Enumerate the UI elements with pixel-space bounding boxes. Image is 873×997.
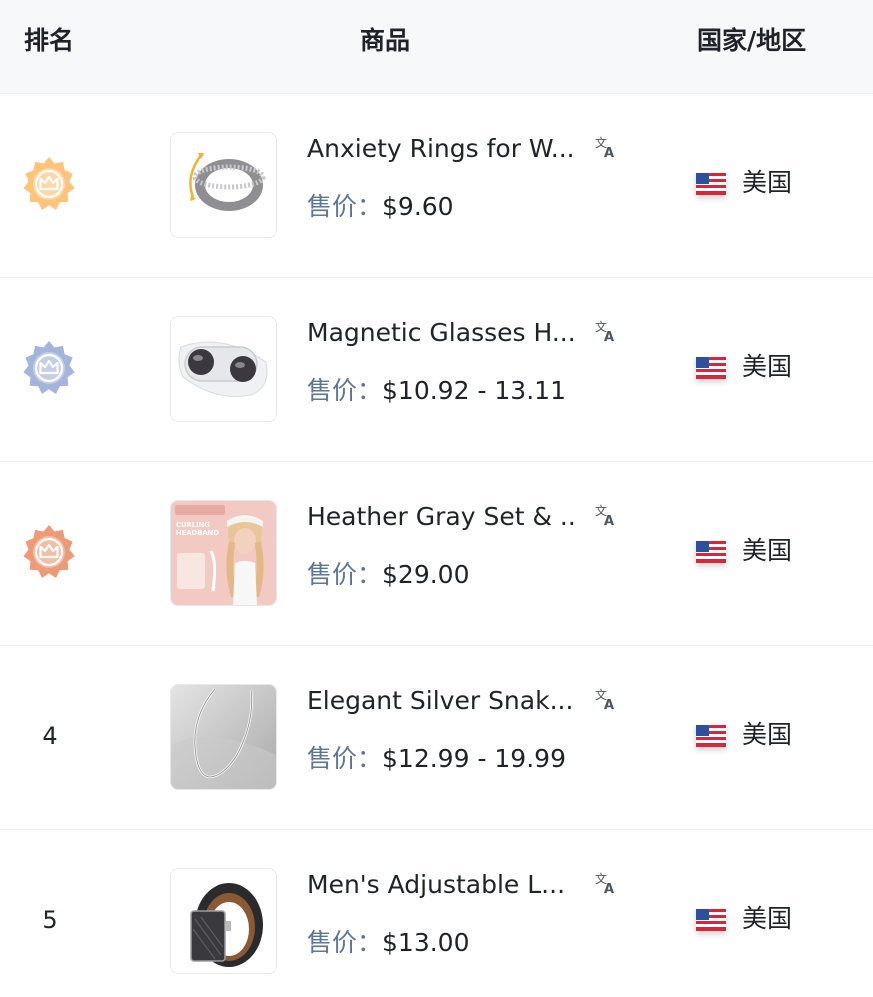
product-title[interactable]: Magnetic Glasses H...: [307, 316, 577, 352]
svg-text:A: A: [604, 882, 614, 896]
product-title[interactable]: Anxiety Rings for W...: [307, 132, 577, 168]
product-image[interactable]: [170, 684, 277, 790]
price-value: $29.00: [382, 560, 470, 589]
price-line: 售价：$9.60: [307, 190, 454, 226]
image-caption-line-2: HEADBAND: [176, 529, 219, 537]
table-row[interactable]: Magnetic Glasses H... 文 A 售价：$10.92 - 13…: [0, 278, 873, 462]
translate-icon[interactable]: 文 A: [594, 318, 620, 344]
leather-belt-image: [171, 869, 276, 973]
country-name: 美国: [742, 904, 793, 933]
product-image[interactable]: CURLING HEADBAND: [170, 500, 277, 606]
price-label: 售价：: [307, 376, 383, 405]
price-label: 售价：: [307, 192, 383, 221]
svg-text:A: A: [604, 698, 614, 712]
bronze-crown-badge-icon: [23, 525, 75, 578]
table-header: 排名 商品 国家/地区: [0, 0, 873, 94]
price-line: 售价：$29.00: [307, 558, 470, 594]
country-name: 美国: [742, 168, 793, 197]
rank-cell: [0, 94, 100, 278]
price-value: $12.99 - 19.99: [382, 744, 566, 773]
rank-cell: [0, 462, 100, 646]
table-row[interactable]: Anxiety Rings for W... 文 A 售价：$9.60 美国: [0, 94, 873, 278]
table-row[interactable]: 4 Elegant Silver Snak... 文 A 售价：$12.99 -…: [0, 646, 873, 830]
product-title[interactable]: Elegant Silver Snak...: [307, 684, 577, 720]
product-image[interactable]: [170, 868, 277, 974]
silver-snake-chain-image: [171, 685, 276, 789]
us-flag-icon: [696, 173, 726, 195]
country-name: 美国: [742, 536, 793, 565]
translate-icon[interactable]: 文 A: [594, 870, 620, 896]
gold-crown-badge-icon: [23, 157, 75, 210]
silver-crown-badge-icon: [23, 341, 75, 394]
translate-icon[interactable]: 文 A: [594, 686, 620, 712]
price-label: 售价：: [307, 744, 383, 773]
price-label: 售价：: [307, 560, 383, 589]
price-line: 售价：$10.92 - 13.11: [307, 374, 566, 410]
header-product: 商品: [360, 26, 411, 55]
header-country: 国家/地区: [697, 26, 807, 55]
product-image[interactable]: [170, 132, 277, 238]
price-label: 售价：: [307, 928, 383, 957]
price-value: $13.00: [382, 928, 470, 957]
svg-text:A: A: [604, 330, 614, 344]
product-title[interactable]: Men's Adjustable L...: [307, 868, 577, 904]
table-row[interactable]: 5 Men's Adjustable L... 文 A 售价：$13.00 美国: [0, 830, 873, 997]
price-line: 售价：$13.00: [307, 926, 470, 962]
product-image[interactable]: [170, 316, 277, 422]
spinner-ring-image: [171, 133, 276, 237]
svg-text:A: A: [604, 514, 614, 528]
image-caption-line-1: CURLING: [176, 521, 210, 529]
price-value: $10.92 - 13.11: [382, 376, 566, 405]
header-rank: 排名: [24, 26, 75, 55]
rank-number: 5: [42, 906, 58, 934]
rank-number: 4: [42, 722, 58, 750]
country-name: 美国: [742, 720, 793, 749]
curling-headband-image: CURLING HEADBAND: [171, 501, 276, 605]
translate-icon[interactable]: 文 A: [594, 134, 620, 160]
product-ranking-table: 排名 商品 国家/地区 Anxiety Rings for W... 文 A 售…: [0, 0, 873, 997]
magnetic-glasses-holder-image: [171, 317, 276, 421]
country-name: 美国: [742, 352, 793, 381]
us-flag-icon: [696, 541, 726, 563]
us-flag-icon: [696, 357, 726, 379]
translate-icon[interactable]: 文 A: [594, 502, 620, 528]
us-flag-icon: [696, 909, 726, 931]
us-flag-icon: [696, 725, 726, 747]
price-value: $9.60: [382, 192, 454, 221]
price-line: 售价：$12.99 - 19.99: [307, 742, 566, 778]
product-title[interactable]: Heather Gray Set & ...: [307, 500, 577, 536]
table-row[interactable]: CURLING HEADBAND Heather Gray Set & ... …: [0, 462, 873, 646]
svg-text:A: A: [604, 146, 614, 160]
rank-cell: [0, 278, 100, 462]
